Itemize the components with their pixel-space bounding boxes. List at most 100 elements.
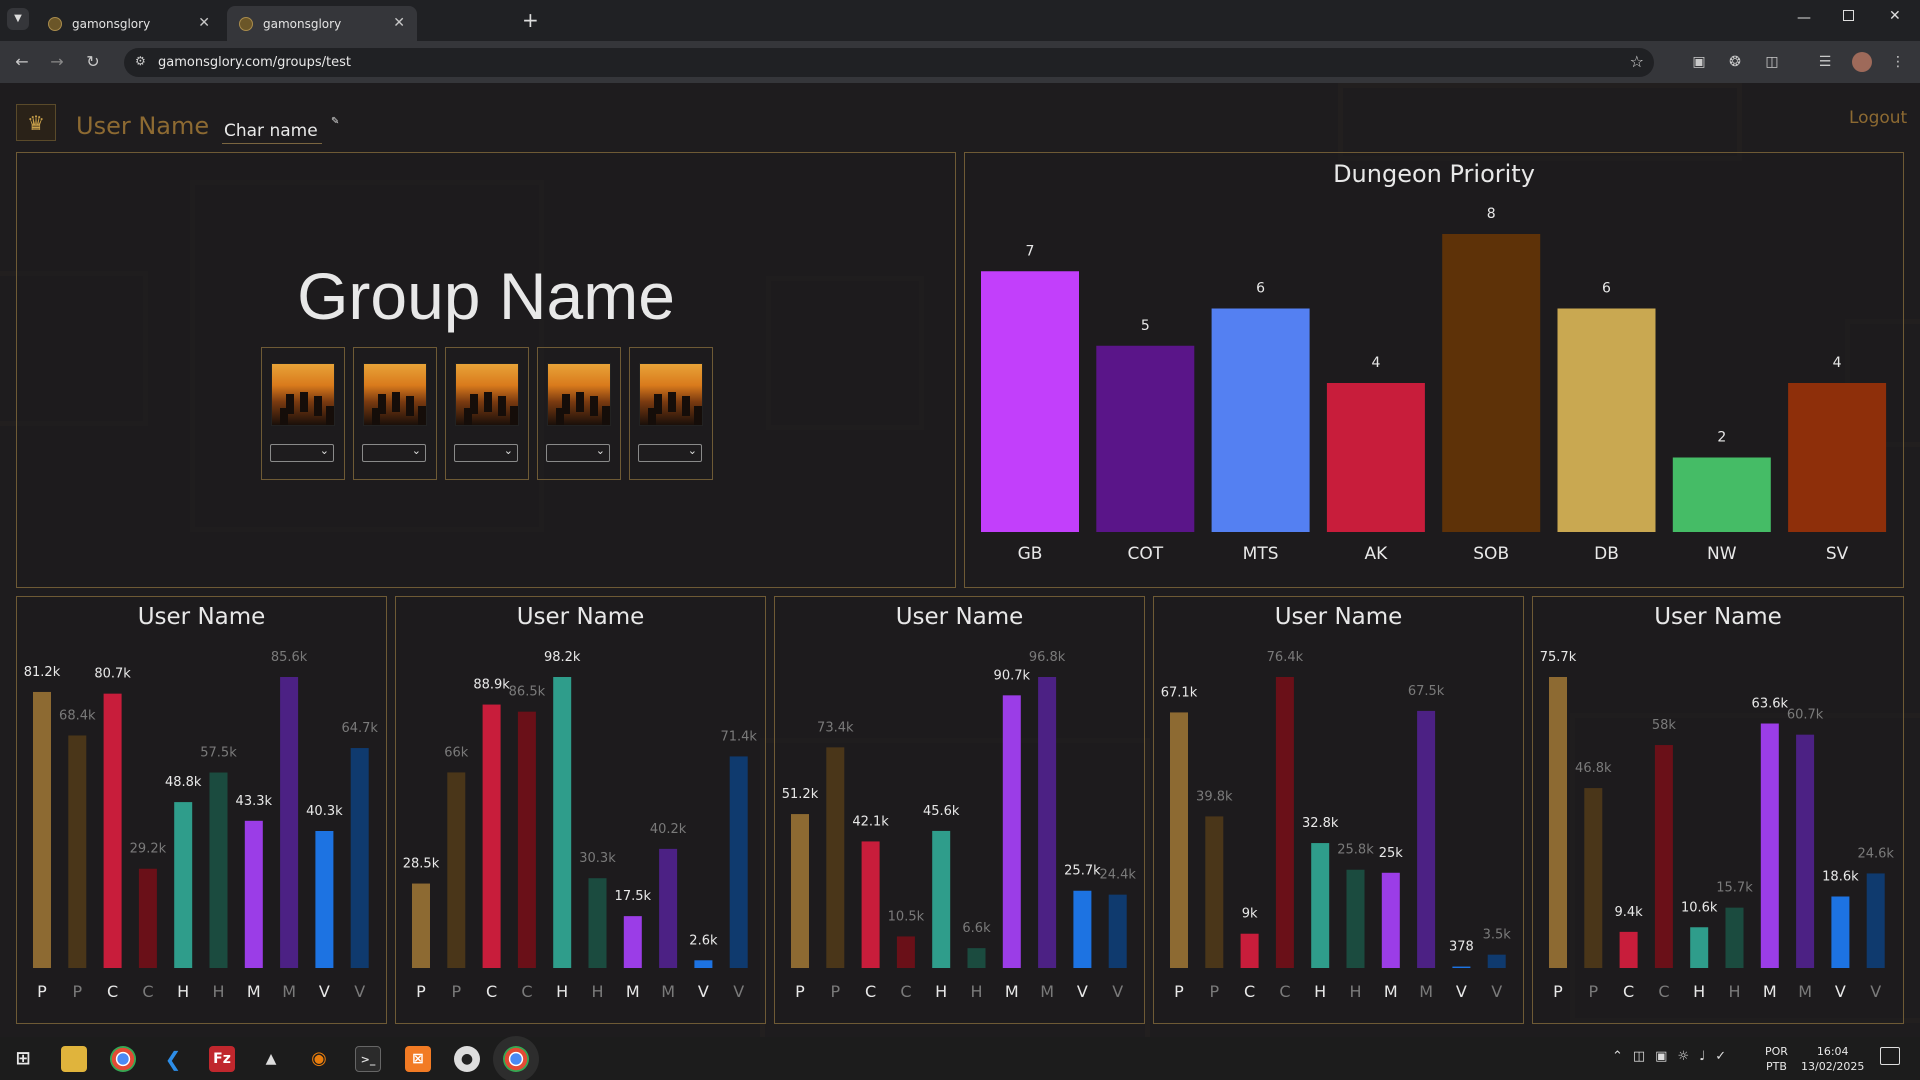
close-window-icon[interactable]: ✕ (1889, 8, 1901, 24)
vscode-icon[interactable]: ❮ (160, 1046, 186, 1072)
stat-bar (68, 735, 87, 968)
dungeon-bar (981, 271, 1079, 532)
forward-icon[interactable]: → (46, 51, 68, 73)
stat-bar (1452, 966, 1471, 968)
stat-bar (1002, 695, 1021, 968)
extension-icon[interactable]: ▣ (1689, 52, 1709, 72)
chrome-active-icon[interactable] (503, 1046, 529, 1072)
stat-bar (1170, 712, 1188, 968)
menu-icon[interactable]: ⋮ (1888, 52, 1908, 72)
reload-icon[interactable]: ↻ (82, 51, 104, 73)
tab-1[interactable]: gamonsglory ✕ (36, 6, 222, 41)
filezilla-icon[interactable]: Fz (209, 1046, 235, 1072)
extensions-icon[interactable]: ◫ (1762, 52, 1782, 72)
blender-icon[interactable]: ◉ (306, 1046, 332, 1072)
back-icon[interactable]: ← (11, 51, 33, 73)
dungeon-bar (1788, 383, 1887, 532)
tray-icons[interactable]: ⌃◫▣☼♩✓ (1612, 1049, 1736, 1064)
stat-category-label: M (1763, 982, 1777, 1001)
member-select[interactable]: ⌄ (362, 444, 426, 462)
stat-category-label: C (107, 982, 118, 1001)
chevron-down-icon: ⌄ (319, 444, 329, 457)
group-name: Group Name (297, 259, 675, 333)
close-tab-icon[interactable]: ✕ (393, 15, 405, 31)
address-bar[interactable]: ⚙ gamonsglory.com/groups/test ☆ (124, 48, 1654, 77)
stat-bar-value: 57.5k (200, 746, 237, 761)
close-tab-icon[interactable]: ✕ (198, 15, 210, 31)
edit-icon[interactable]: ✎ (331, 116, 339, 127)
stat-bar (1831, 896, 1850, 968)
stat-bar (826, 747, 845, 968)
member-select[interactable]: ⌄ (270, 444, 334, 462)
member-select[interactable]: ⌄ (638, 444, 702, 462)
stat-category-label: C (900, 982, 911, 1001)
player-panel: User Name 28.5k P 66k P 88.9k C 86.5k C 98.2k H 30… (395, 596, 766, 1024)
player-panel: User Name 75.7k P 46.8k P 9.4k C 58k C 10.6k H 15.… (1532, 596, 1904, 1024)
stat-bar (861, 841, 880, 968)
site-info-icon[interactable]: ⚙ (135, 54, 146, 68)
stat-bar (1690, 927, 1709, 968)
stat-bar (1038, 677, 1057, 968)
chrome-icon[interactable] (110, 1046, 136, 1072)
stat-bar-value: 40.2k (650, 822, 687, 837)
tab-2[interactable]: gamonsglory ✕ (227, 6, 417, 41)
file-explorer-icon[interactable] (61, 1046, 87, 1072)
stat-bar-value: 68.4k (59, 708, 96, 723)
member-portrait (271, 363, 335, 426)
stat-bar-value: 46.8k (1575, 761, 1612, 776)
stat-bar-value: 67.1k (1161, 685, 1198, 700)
notifications-icon[interactable] (1880, 1047, 1900, 1065)
logo-icon[interactable]: ♛ (16, 104, 56, 141)
stat-bar-value: 86.5k (509, 685, 546, 700)
bookmark-star-icon[interactable]: ☆ (1630, 52, 1644, 71)
media-icon[interactable]: ☰ (1815, 52, 1835, 72)
member-slot: ⌄ (353, 347, 437, 480)
char-name-field[interactable]: Char name (222, 121, 322, 144)
stat-bar (694, 960, 713, 968)
member-portrait (363, 363, 427, 426)
url-text[interactable]: gamonsglory.com/groups/test (158, 55, 351, 70)
stat-category-label: P (416, 982, 426, 1001)
dungeon-bar (1096, 345, 1195, 532)
stat-bar (1549, 677, 1567, 968)
avatar[interactable] (1852, 52, 1872, 72)
xampp-icon[interactable]: ⊠ (405, 1046, 431, 1072)
stat-category-label: P (830, 982, 840, 1001)
language-indicator[interactable]: POR PTB (1765, 1044, 1788, 1074)
new-tab-icon[interactable]: + (522, 8, 539, 32)
stat-bar-value: 75.7k (1540, 650, 1577, 665)
windows-start-icon[interactable]: ⊞ (10, 1046, 36, 1072)
stat-bar (412, 883, 430, 968)
dungeon-bar-value: 4 (1833, 355, 1842, 371)
terminal-icon[interactable]: >_ (355, 1046, 381, 1072)
stat-bar (553, 677, 572, 968)
player-panel: User Name 67.1k P 39.8k P 9k C 76.4k C 32.8k H 25.… (1153, 596, 1524, 1024)
player-stats-chart: 81.2k P 68.4k P 80.7k C 29.2k C 48.8k H 57.5k H 43.3… (24, 650, 379, 1001)
dungeon-category-label: DB (1594, 544, 1619, 564)
player-stats-chart: 75.7k P 46.8k P 9.4k C 58k C 10.6k H 15.7k H 63.6k M 6… (1540, 650, 1895, 1001)
stat-bar-value: 90.7k (994, 668, 1031, 683)
stat-bar-value: 48.8k (165, 775, 202, 790)
stat-category-label: V (1112, 982, 1123, 1001)
restore-icon[interactable] (1843, 10, 1854, 21)
tab-search-button[interactable]: ▼ (7, 8, 29, 30)
puzzle-icon[interactable]: ❂ (1725, 52, 1745, 72)
stat-bar-value: 24.4k (1099, 868, 1136, 883)
member-select[interactable]: ⌄ (546, 444, 610, 462)
dungeon-priority-chart: 7 GB 5 COT 6 MTS 4 AK 8 SOB 6 DB 2 NW 4 SV (981, 206, 1887, 564)
stat-bar-value: 67.5k (1408, 684, 1445, 699)
stat-category-label: M (1798, 982, 1812, 1001)
minimize-icon[interactable]: — (1797, 10, 1811, 26)
logout-link[interactable]: Logout (1849, 108, 1907, 128)
stat-category-label: P (1174, 982, 1184, 1001)
app-icon[interactable]: ▲ (258, 1046, 284, 1072)
stat-bar-value: 80.7k (94, 667, 131, 682)
stat-bar-value: 88.9k (473, 678, 510, 693)
clock[interactable]: 16:04 13/02/2025 (1801, 1044, 1864, 1074)
member-select[interactable]: ⌄ (454, 444, 518, 462)
member-slot: ⌄ (261, 347, 345, 480)
stat-category-label: P (1553, 982, 1563, 1001)
stat-bar (350, 748, 369, 968)
player-panel: User Name 51.2k P 73.4k P 42.1k C 10.5k C 45.6k H… (774, 596, 1145, 1024)
app2-icon[interactable]: ● (454, 1046, 480, 1072)
